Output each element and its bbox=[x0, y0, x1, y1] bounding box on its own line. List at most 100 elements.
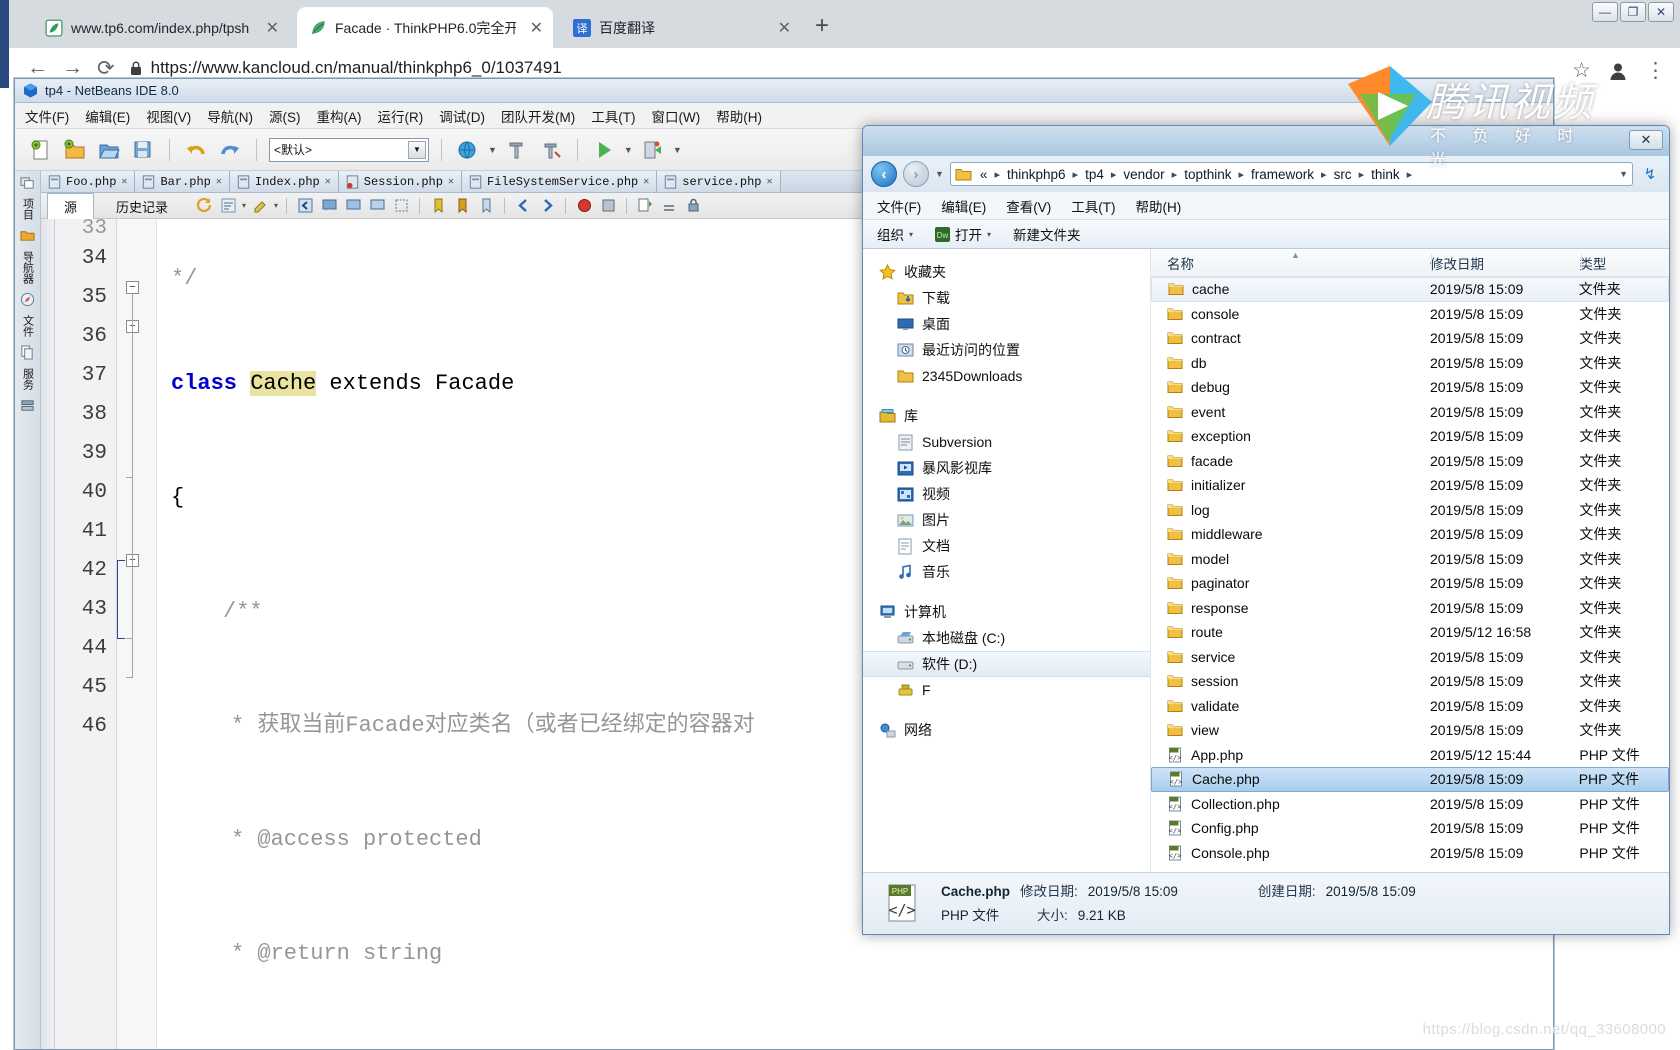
address-bar[interactable]: https://www.kancloud.cn/manual/thinkphp6… bbox=[129, 58, 562, 78]
highlight-icon[interactable] bbox=[250, 196, 270, 216]
file-row[interactable]: initializer 2019/5/8 15:09 文件夹 bbox=[1151, 473, 1669, 498]
file-row[interactable]: debug 2019/5/8 15:09 文件夹 bbox=[1151, 375, 1669, 400]
ex-menu-help[interactable]: 帮助(H) bbox=[1136, 196, 1182, 216]
new-folder-button[interactable]: 新建文件夹 bbox=[1013, 224, 1081, 244]
ex-menu-edit[interactable]: 编辑(E) bbox=[941, 196, 986, 216]
doc-tab-session-close[interactable]: ✕ bbox=[448, 176, 454, 188]
refresh-button[interactable]: ↯ bbox=[1639, 163, 1661, 185]
nav-item-drive-d[interactable]: 软件 (D:) bbox=[863, 651, 1150, 677]
breadcrumb-overflow[interactable]: « bbox=[978, 167, 990, 182]
file-row[interactable]: log 2019/5/8 15:09 文件夹 bbox=[1151, 498, 1669, 523]
file-row[interactable]: cache 2019/5/8 15:09 文件夹 bbox=[1151, 277, 1669, 302]
editor-code-folding[interactable]: − − − bbox=[117, 219, 157, 1049]
browser-tab-close-0[interactable]: ✕ bbox=[260, 18, 279, 38]
debug-icon[interactable] bbox=[639, 136, 667, 164]
menu-run[interactable]: 运行(R) bbox=[378, 106, 424, 126]
tab-source[interactable]: 源 bbox=[47, 193, 95, 220]
nav-item-drive-f[interactable]: F bbox=[863, 677, 1150, 703]
git-diff-icon[interactable] bbox=[635, 196, 655, 216]
build-hammer-icon[interactable] bbox=[503, 136, 531, 164]
file-row[interactable]: </> App.php 2019/5/12 15:44 PHP 文件 bbox=[1151, 743, 1669, 768]
nav-item-subversion[interactable]: Subversion bbox=[863, 429, 1150, 455]
file-row[interactable]: exception 2019/5/8 15:09 文件夹 bbox=[1151, 424, 1669, 449]
sidebar-item-services[interactable]: 服务 bbox=[18, 362, 38, 396]
doc-tab-filesystemservice-close[interactable]: ✕ bbox=[643, 176, 649, 188]
prev-bookmark-icon[interactable] bbox=[428, 196, 448, 216]
collapse-icon[interactable] bbox=[659, 196, 679, 216]
breadcrumb-vendor[interactable]: vendor bbox=[1121, 167, 1166, 182]
menu-team[interactable]: 团队开发(M) bbox=[501, 106, 575, 126]
undo-icon[interactable] bbox=[182, 136, 210, 164]
nav-item-local-disk-c[interactable]: 本地磁盘 (C:) bbox=[863, 625, 1150, 651]
file-row[interactable]: route 2019/5/12 16:58 文件夹 bbox=[1151, 620, 1669, 645]
new-tab-button[interactable]: + bbox=[815, 14, 829, 38]
ex-menu-view[interactable]: 查看(V) bbox=[1006, 196, 1051, 216]
column-divider-1[interactable] bbox=[1431, 254, 1432, 271]
file-row[interactable]: </> Cache.php 2019/5/8 15:09 PHP 文件 bbox=[1151, 767, 1669, 792]
browser-tab-close-1[interactable]: ✕ bbox=[524, 18, 543, 38]
open-button[interactable]: Dw 打开 ▾ bbox=[935, 224, 991, 244]
config-combo[interactable]: <默认> ▼ bbox=[269, 137, 429, 162]
file-row[interactable]: </> Config.php 2019/5/8 15:09 PHP 文件 bbox=[1151, 816, 1669, 841]
doc-tab-foo-close[interactable]: ✕ bbox=[121, 176, 127, 188]
save-all-icon[interactable] bbox=[129, 136, 157, 164]
menu-refactor[interactable]: 重构(A) bbox=[317, 106, 362, 126]
menu-window[interactable]: 窗口(W) bbox=[652, 106, 701, 126]
bookmark-star-icon[interactable]: ☆ bbox=[1572, 58, 1591, 83]
chevron-down-icon[interactable]: ▼ bbox=[408, 140, 426, 159]
nav-item-desktop[interactable]: 桌面 bbox=[863, 311, 1150, 337]
lock-icon[interactable] bbox=[683, 196, 703, 216]
forward-button[interactable]: › bbox=[903, 161, 929, 187]
browser-tab-close-2[interactable]: ✕ bbox=[772, 18, 791, 38]
nav-item-downloads[interactable]: 下载 bbox=[863, 285, 1150, 311]
menu-help[interactable]: 帮助(H) bbox=[716, 106, 762, 126]
organize-button[interactable]: 组织 ▾ bbox=[877, 224, 913, 244]
maximize-button[interactable]: ❐ bbox=[1620, 2, 1646, 22]
doc-tab-foo[interactable]: Foo.php ✕ bbox=[41, 171, 136, 192]
file-row[interactable]: contract 2019/5/8 15:09 文件夹 bbox=[1151, 326, 1669, 351]
explorer-close-button[interactable]: ✕ bbox=[1629, 130, 1663, 150]
nav-item-computer[interactable]: 计算机 bbox=[863, 599, 1150, 625]
refresh-icon[interactable] bbox=[194, 196, 214, 216]
new-project-icon[interactable] bbox=[61, 136, 89, 164]
breadcrumb-tp4[interactable]: tp4 bbox=[1083, 167, 1106, 182]
next-error-icon[interactable] bbox=[537, 196, 557, 216]
browser-select-icon[interactable] bbox=[454, 136, 482, 164]
nav-item-baofeng[interactable]: 暴风影视库 bbox=[863, 455, 1150, 481]
browser-tab-0[interactable]: www.tp6.com/index.php/tpsh ✕ bbox=[33, 7, 289, 48]
file-row[interactable]: event 2019/5/8 15:09 文件夹 bbox=[1151, 400, 1669, 425]
profile-avatar-icon[interactable] bbox=[1607, 60, 1629, 82]
file-row[interactable]: console 2019/5/8 15:09 文件夹 bbox=[1151, 302, 1669, 327]
doc-tab-session[interactable]: Session.php ✕ bbox=[338, 171, 462, 192]
doc-tab-index[interactable]: Index.php ✕ bbox=[229, 171, 339, 192]
run-icon[interactable] bbox=[590, 136, 618, 164]
file-row[interactable]: session 2019/5/8 15:09 文件夹 bbox=[1151, 669, 1669, 694]
redo-icon[interactable] bbox=[216, 136, 244, 164]
doc-tab-filesystemservice[interactable]: FileSystemService.php ✕ bbox=[462, 171, 658, 192]
minimize-button[interactable]: — bbox=[1592, 2, 1618, 22]
new-file-icon[interactable] bbox=[27, 136, 55, 164]
file-row[interactable]: facade 2019/5/8 15:09 文件夹 bbox=[1151, 449, 1669, 474]
menu-source[interactable]: 源(S) bbox=[269, 106, 301, 126]
file-row[interactable]: </> Console.php 2019/5/8 15:09 PHP 文件 bbox=[1151, 841, 1669, 866]
file-row[interactable]: db 2019/5/8 15:09 文件夹 bbox=[1151, 351, 1669, 376]
recent-pages-dropdown-icon[interactable]: ▼ bbox=[935, 169, 944, 179]
browser-tab-1[interactable]: Facade · ThinkPHP6.0完全开发 ✕ bbox=[297, 7, 553, 48]
clean-build-icon[interactable] bbox=[537, 136, 565, 164]
shift-left-icon[interactable] bbox=[295, 196, 315, 216]
back-icon[interactable]: ← bbox=[27, 56, 48, 80]
sidebar-item-projects[interactable]: 项目 bbox=[18, 192, 38, 226]
explorer-address-bar[interactable]: « ▸ thinkphp6 ▸ tp4 ▸ vendor ▸ topthink … bbox=[949, 162, 1633, 186]
address-dropdown-icon[interactable]: ▼ bbox=[1619, 169, 1628, 179]
menu-debug[interactable]: 调试(D) bbox=[439, 106, 485, 126]
nav-item-2345downloads[interactable]: 2345Downloads bbox=[863, 363, 1150, 389]
menu-view[interactable]: 视图(V) bbox=[146, 106, 191, 126]
file-row[interactable]: paginator 2019/5/8 15:09 文件夹 bbox=[1151, 571, 1669, 596]
back-button[interactable]: ‹ bbox=[871, 161, 897, 187]
file-row[interactable]: service 2019/5/8 15:09 文件夹 bbox=[1151, 645, 1669, 670]
column-header-date[interactable]: 修改日期 bbox=[1430, 253, 1579, 273]
sidebar-item-files[interactable]: 文件 bbox=[18, 309, 38, 343]
forward-icon[interactable]: → bbox=[62, 56, 83, 80]
nav-item-videos[interactable]: 视频 bbox=[863, 481, 1150, 507]
doc-tab-service-close[interactable]: ✕ bbox=[766, 176, 772, 188]
